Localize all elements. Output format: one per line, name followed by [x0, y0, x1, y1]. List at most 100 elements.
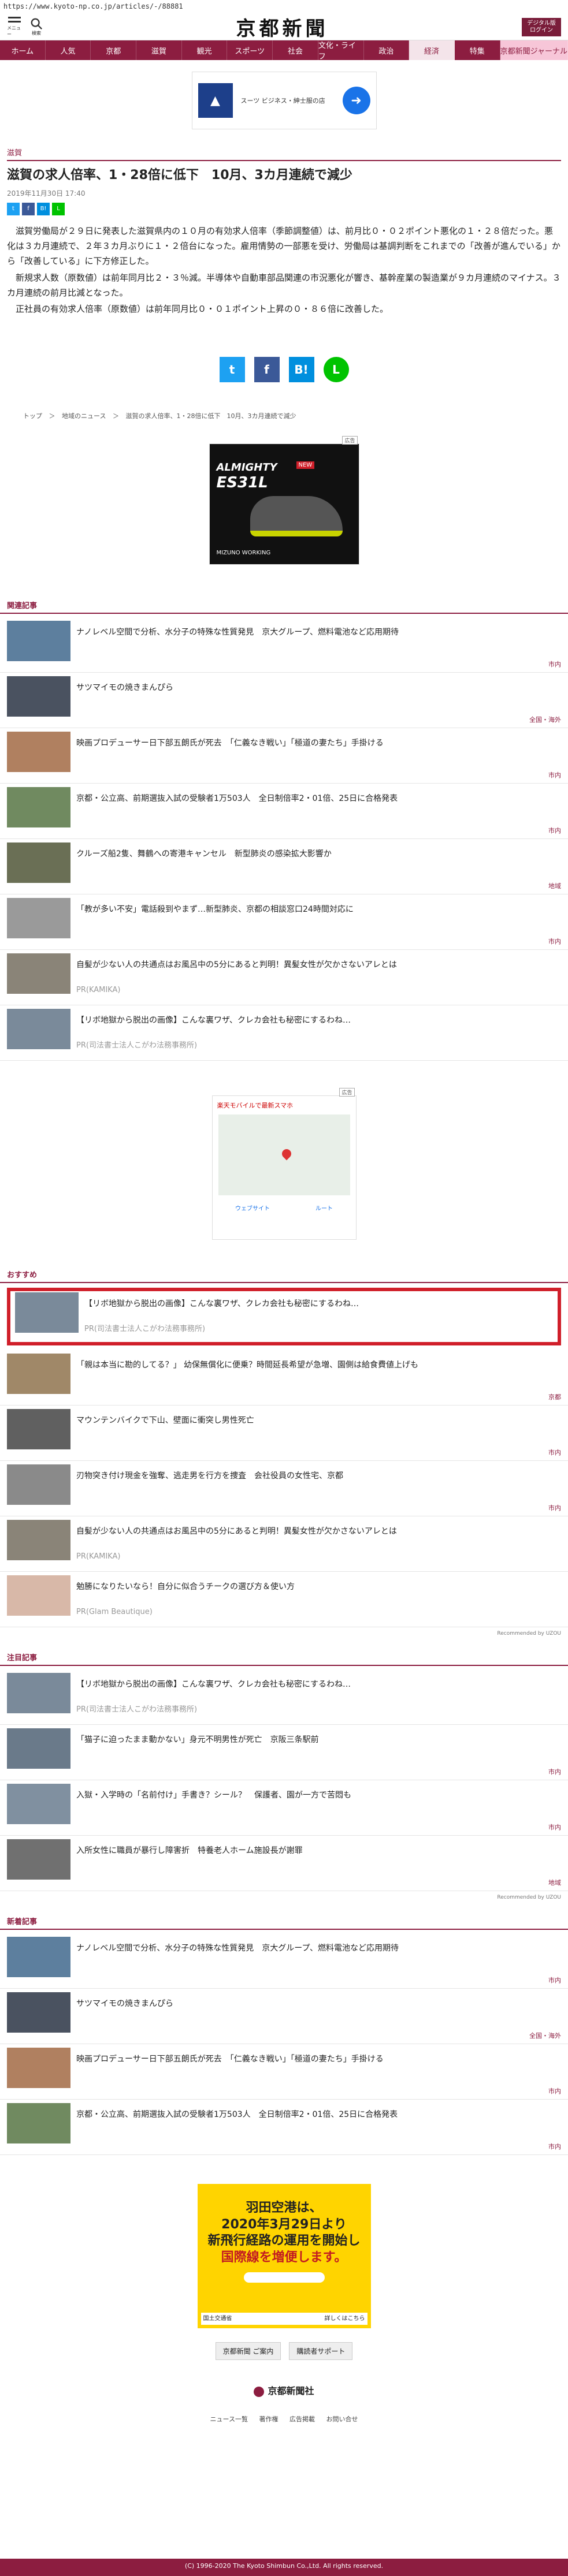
top-ad[interactable]: ▲ スーツ ビジネス・紳士服の店 ➜: [191, 72, 377, 129]
nav-journal[interactable]: 京都新聞ジャーナル: [500, 40, 568, 60]
footer-logo-text: 京都新聞社: [268, 2385, 314, 2397]
item-tag: 市内: [548, 1449, 561, 1457]
line-share-button[interactable]: L: [323, 357, 349, 383]
footer-link-copyright[interactable]: 著作権: [259, 2415, 278, 2423]
list-item[interactable]: 勉勝になりたいなら！自分に似合うチークの選び方＆使い方 PR(Glam Beaut…: [0, 1572, 568, 1628]
item-tag: 市内: [548, 661, 561, 669]
menu-button[interactable]: メニュー: [7, 16, 22, 38]
thumbnail: [7, 1728, 70, 1769]
list-item-highlighted[interactable]: 【リボ地獄から脱出の画像】こんな裏ワザ、クレカ会社も秘密にするわね… PR(司法書…: [7, 1288, 561, 1346]
article-category[interactable]: 滋賀: [7, 147, 561, 161]
item-title: マウンテンバイクで下山、壁面に衝突し男性死亡: [76, 1416, 254, 1426]
directions-icon[interactable]: ➜: [342, 87, 370, 114]
nav-kyoto[interactable]: 京都: [91, 40, 137, 60]
thumbnail: [7, 953, 70, 994]
item-title: サツマイモの焼きまんぴら: [76, 683, 173, 693]
support-button[interactable]: 購読者サポート: [289, 2342, 353, 2361]
nav-sightseeing[interactable]: 観光: [182, 40, 228, 60]
list-item[interactable]: 映画プロデューサー日下部五朗氏が死去 「仁義なき戦い」「極道の妻たち」手掛ける市…: [0, 2044, 568, 2100]
list-item[interactable]: 入所女性に職員が暴行し障害折 特養老人ホーム施設長が謝罪 地域: [0, 1836, 568, 1892]
recommended-by[interactable]: Recommended by UZOU: [0, 1627, 568, 1640]
shoe-ad[interactable]: 広告 ALMIGHTY NEW ES31L MIZUNO WORKING: [209, 436, 359, 565]
list-item[interactable]: 映画プロデューサー日下部五朗氏が死去 「仁義なき戦い」「極道の妻たち」手掛ける市…: [0, 728, 568, 784]
list-item[interactable]: 刃物突き付け現金を強奪、逃走男を行方を捜査 会社役員の女性宅、京都 市内: [0, 1461, 568, 1517]
url-bar[interactable]: https://www.kyoto-np.co.jp/articles/-/88…: [0, 0, 568, 14]
nav-sports[interactable]: スポーツ: [227, 40, 273, 60]
footer-logo[interactable]: 京都新聞社: [0, 2383, 568, 2397]
hamburger-icon: [8, 16, 21, 18]
recommend-title: おすすめ: [0, 1257, 568, 1284]
recommended-by[interactable]: Recommended by UZOU: [0, 1891, 568, 1904]
digital-login-button[interactable]: デジタル版 ログイン: [522, 17, 561, 36]
search-button[interactable]: 検索: [30, 17, 43, 36]
map-ad[interactable]: 広告 楽天モバイルで最新スマホ ウェブサイト ルート: [211, 1088, 357, 1240]
list-item[interactable]: 自髪が少ない人の共通点はお風呂中の5分にあると判明！異髪女性が欠かさないアレとは…: [0, 1516, 568, 1572]
thumbnail: [7, 1784, 70, 1825]
list-item[interactable]: 京都・公立高、前期選抜入試の受験者1万503人 全日制倍率2・01倍、25日に合…: [0, 2100, 568, 2156]
list-item[interactable]: 入獄・入学時の「名前付け」手書き？シール？ 保護者、園が一方で苦悶も 市内: [0, 1780, 568, 1836]
share-small: t f B! L: [7, 202, 561, 215]
hatena-share-button[interactable]: B!: [288, 357, 314, 383]
thumbnail: [7, 732, 70, 773]
list-item[interactable]: 自髪が少ない人の共通点はお風呂中の5分にあると判明！異髪女性が欠かさないアレとは…: [0, 950, 568, 1006]
website-button[interactable]: ウェブサイト: [235, 1203, 270, 1212]
nav-politics[interactable]: 政治: [364, 40, 410, 60]
nav-shiga[interactable]: 滋賀: [136, 40, 182, 60]
list-item[interactable]: ナノレベル空間で分析、水分子の特殊な性質発見 京大グループ、燃料電池など応用期待…: [0, 1933, 568, 1989]
latest-list: ナノレベル空間で分析、水分子の特殊な性質発見 京大グループ、燃料電池など応用期待…: [0, 1933, 568, 2156]
list-item[interactable]: 「親は本当に勘的してる？」 幼保無償化に便乗？時間延長希望が急増、園側は給食費値…: [0, 1350, 568, 1406]
nav-culture[interactable]: 文化・ライフ: [318, 40, 364, 61]
thumbnail: [7, 1673, 70, 1714]
hatena-icon[interactable]: B!: [37, 202, 50, 215]
item-title: ナノレベル空間で分析、水分子の特殊な性質発見 京大グループ、燃料電池など応用期待: [76, 628, 399, 638]
twitter-icon[interactable]: t: [7, 202, 20, 215]
list-item[interactable]: 「教が多い不安」電話殺到やまず…新型肺炎、京都の相談窓口24時間対応に市内: [0, 894, 568, 950]
item-title: 「教が多い不安」電話殺到やまず…新型肺炎、京都の相談窓口24時間対応に: [76, 905, 354, 915]
facebook-icon[interactable]: f: [22, 202, 35, 215]
footer-link-ads[interactable]: 広告掲載: [289, 2415, 315, 2423]
map-ad-header: 楽天モバイルで最新スマホ: [217, 1102, 294, 1110]
map-ad-buttons: ウェブサイト ルート: [213, 1195, 356, 1212]
list-item[interactable]: 京都・公立高、前期選抜入試の受験者1万503人 全日制倍率2・01倍、25日に合…: [0, 784, 568, 840]
list-item[interactable]: 【リボ地獄から脱出の画像】こんな裏ワザ、クレカ会社も秘密にするわね… PR(司法書…: [0, 1005, 568, 1061]
facebook-share-button[interactable]: f: [254, 357, 280, 383]
breadcrumb-separator: ＞: [112, 412, 119, 420]
airport-ad[interactable]: 羽田空港は、 2020年3月29日より 新飛行経路の運用を開始し 国際線を増便し…: [197, 2184, 371, 2329]
nav-home[interactable]: ホーム: [0, 40, 46, 60]
ad-footer: 国土交通省 詳しくはこちら: [201, 2313, 367, 2325]
list-item[interactable]: サツマイモの焼きまんぴら 全国・海外: [0, 1989, 568, 2045]
thumbnail: [7, 842, 70, 883]
footer-link-contact[interactable]: お問い合せ: [326, 2415, 358, 2423]
footer-link-news[interactable]: ニュース一覧: [210, 2415, 248, 2423]
thumbnail: [7, 787, 70, 828]
thumbnail: [7, 2103, 70, 2144]
item-pr: PR(司法書士法人こがわ法務事務所): [84, 1325, 206, 1334]
list-item[interactable]: 【リボ地獄から脱出の画像】こんな裏ワザ、クレカ会社も秘密にするわね… PR(司法書…: [0, 1669, 568, 1725]
line-icon[interactable]: L: [52, 202, 65, 215]
related-title: 関連記事: [0, 588, 568, 614]
ad-org: 国土交通省: [203, 2316, 232, 2322]
twitter-share-button[interactable]: t: [219, 357, 245, 383]
nav-economy[interactable]: 経済: [409, 40, 455, 60]
list-item[interactable]: サツマイモの焼きまんぴら 全国・海外: [0, 673, 568, 729]
nav-society[interactable]: 社会: [273, 40, 318, 60]
guide-button[interactable]: 京都新聞 ご案内: [215, 2342, 281, 2361]
share-buttons: t f B! L: [0, 357, 568, 383]
ad-brand: ALMIGHTY: [216, 461, 277, 474]
article: 滋賀 滋賀の求人倍率、1・28倍に低下 10月、3カ月連続で減少 2019年11…: [0, 147, 568, 316]
item-tag: 市内: [548, 938, 561, 946]
ad-more-link[interactable]: 詳しくはこちら: [325, 2315, 365, 2322]
list-item[interactable]: 「猫子に迫ったまま動かない」身元不明男性が死亡 京阪三条駅前 市内: [0, 1725, 568, 1781]
list-item[interactable]: クルーズ船2隻、舞鶴への寄港キャンセル 新型肺炎の感染拡大影響か 地域: [0, 839, 568, 895]
nav-special[interactable]: 特集: [455, 40, 500, 60]
site-logo[interactable]: 京都新聞: [236, 13, 329, 41]
route-button[interactable]: ルート: [315, 1203, 333, 1212]
item-title: サツマイモの焼きまんぴら: [76, 1999, 173, 2009]
list-item[interactable]: ナノレベル空間で分析、水分子の特殊な性質発見 京大グループ、燃料電池など応用期待…: [0, 617, 568, 673]
list-item[interactable]: マウンテンバイクで下山、壁面に衝突し男性死亡市内: [0, 1406, 568, 1462]
breadcrumb-local[interactable]: 地域のニュース: [62, 412, 106, 420]
breadcrumb-top[interactable]: トップ: [23, 412, 42, 420]
item-tag: 京都: [548, 1393, 561, 1401]
ad-line: 新飛行経路の運用を開始し: [207, 2234, 361, 2249]
nav-popular[interactable]: 人気: [46, 40, 91, 60]
